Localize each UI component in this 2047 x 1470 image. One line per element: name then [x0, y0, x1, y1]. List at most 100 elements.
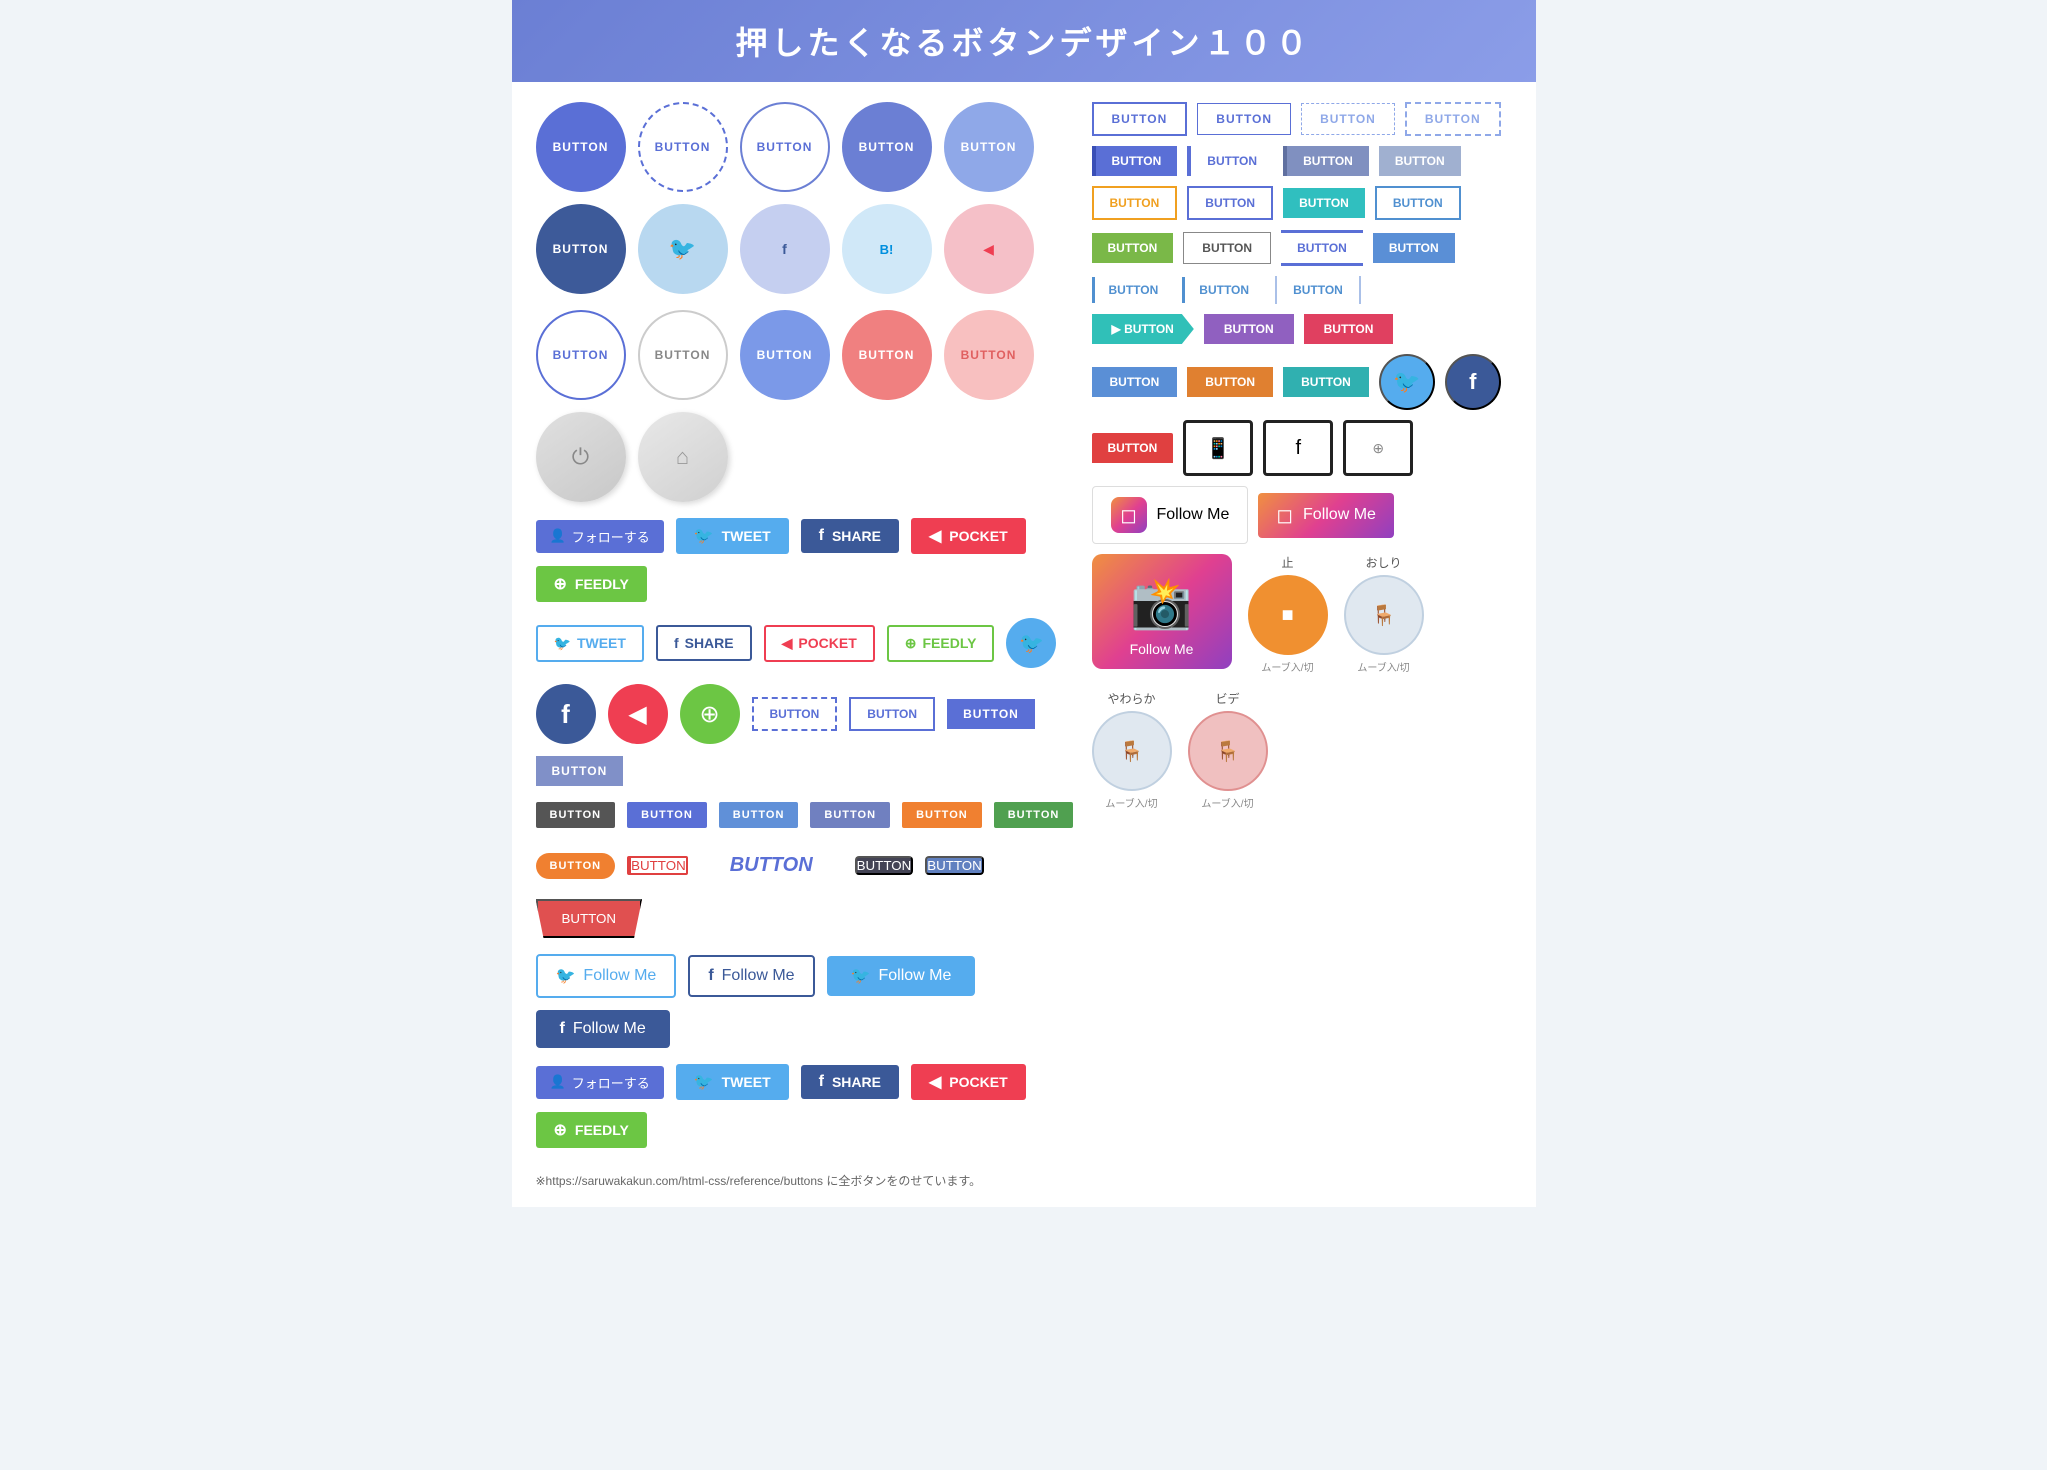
- follow-tw-outline-btn[interactable]: 🐦Follow Me: [536, 954, 677, 998]
- sm-orange-btn[interactable]: BUTTON: [902, 802, 982, 828]
- sm-green-btn[interactable]: BUTTON: [994, 802, 1074, 828]
- main-content: BUTTON BUTTON BUTTON BUTTON BUTTON BUTTO…: [512, 82, 1536, 1207]
- flat-tweet-btn[interactable]: 🐦TWEET: [536, 625, 644, 662]
- tweet-btn[interactable]: 🐦TWEET: [676, 518, 789, 554]
- dashed-rect-btn-1[interactable]: BUTTON: [752, 697, 838, 731]
- ig-large-btn[interactable]: 📸 Follow Me: [1092, 554, 1232, 669]
- r-fill-teal-btn[interactable]: BUTTON: [1283, 367, 1369, 397]
- circle-btn-4[interactable]: BUTTON: [842, 102, 932, 192]
- pocket-circle-btn[interactable]: ◀: [944, 204, 1034, 294]
- sm-mid-btn[interactable]: BUTTON: [810, 802, 890, 828]
- r-fill-orange-btn[interactable]: BUTTON: [1187, 367, 1273, 397]
- r-lborder-btn-1[interactable]: BUTTON: [1092, 146, 1178, 176]
- right-bracket-row: BUTTON BUTTON BUTTON BUTTON: [1092, 230, 1512, 266]
- circle-mid-btn[interactable]: BUTTON: [740, 310, 830, 400]
- device-tablet-btn[interactable]: f: [1263, 420, 1333, 476]
- r-lborder-btn-3[interactable]: BUTTON: [1283, 146, 1369, 176]
- r-lborder-btn-4[interactable]: BUTTON: [1379, 146, 1461, 176]
- r-lblue-btn[interactable]: BUTTON: [1375, 186, 1461, 220]
- rrect-dark-btn[interactable]: BUTTON: [855, 856, 914, 875]
- bottom-pk-btn[interactable]: ◀POCKET: [911, 1064, 1026, 1100]
- r-pipe-btn-2[interactable]: BUTTON: [1182, 277, 1263, 303]
- circle-btn-5[interactable]: BUTTON: [944, 102, 1034, 192]
- home-btn[interactable]: ⌂: [638, 412, 728, 502]
- facebook-circle-btn[interactable]: f: [740, 204, 830, 294]
- share-fb-btn[interactable]: fSHARE: [801, 519, 899, 553]
- sm-dark-btn[interactable]: BUTTON: [536, 802, 616, 828]
- flat-pk-btn[interactable]: ◀POCKET: [764, 625, 875, 662]
- big-button-btn[interactable]: BUTToN: [700, 844, 843, 887]
- r-wave-btn[interactable]: BUTTON: [1092, 433, 1174, 463]
- r-blue-btn[interactable]: BUTTON: [1187, 186, 1273, 220]
- r-lborder-btn-2[interactable]: BUTTON: [1187, 146, 1273, 176]
- bottom-fd-btn[interactable]: ⊕FEEDLY: [536, 1112, 647, 1148]
- r-dashed-btn-1[interactable]: BUTTON: [1301, 103, 1395, 135]
- r-arr-purple-btn[interactable]: BUTTON: [1204, 314, 1294, 344]
- flat-fd-btn[interactable]: ⊕FEEDLY: [887, 625, 995, 662]
- r-outline-btn-1[interactable]: BUTTON: [1092, 102, 1188, 136]
- share-pk-btn[interactable]: ◀POCKET: [911, 518, 1026, 554]
- sm-blue-btn[interactable]: BUTTON: [627, 802, 707, 828]
- follow-me-row: 🐦Follow Me fFollow Me 🐦Follow Me fFollow…: [536, 954, 1076, 1048]
- r-green-btn[interactable]: BUTTON: [1092, 233, 1174, 263]
- anim-sit-btn[interactable]: 🪑: [1344, 575, 1424, 655]
- circle-pink-outline-btn[interactable]: BUTTON: [944, 310, 1034, 400]
- r-arr-red-btn[interactable]: BUTTON: [1304, 314, 1394, 344]
- anim-soft-btn[interactable]: 🪑: [1092, 711, 1172, 791]
- r-pipe-btn-3[interactable]: BUTTON: [1279, 277, 1357, 303]
- r-bracket-btn[interactable]: BUTTON: [1190, 235, 1264, 261]
- device-phone-btn[interactable]: 📱: [1183, 420, 1253, 476]
- follow-jp-btn-2[interactable]: 👤 フォローする: [536, 1066, 664, 1099]
- pipe-separator: [1275, 276, 1277, 304]
- power-btn[interactable]: ⏻: [536, 412, 626, 502]
- circle-btn-1[interactable]: BUTTON: [536, 102, 626, 192]
- twitter-circle-btn[interactable]: 🐦: [638, 204, 728, 294]
- rrect-red-btn[interactable]: BUTTON: [627, 856, 688, 875]
- follow-fb-filled-btn[interactable]: fFollow Me: [536, 1010, 670, 1048]
- circle-btn-3[interactable]: BUTTON: [740, 102, 830, 192]
- r-solid-btn[interactable]: BUTTON: [1373, 233, 1455, 263]
- right-wave-row: BUTTON 📱 f ⊕: [1092, 420, 1512, 476]
- ig-icon: ◻: [1111, 497, 1147, 533]
- anim-stop-btn[interactable]: ■: [1248, 575, 1328, 655]
- share-fd-btn[interactable]: ⊕FEEDLY: [536, 566, 647, 602]
- r-ul-btn[interactable]: BUTTON: [1281, 230, 1363, 266]
- r-dashed-btn-2[interactable]: BUTTON: [1405, 102, 1501, 136]
- circle-outline-btn-1[interactable]: BUTTON: [536, 310, 626, 400]
- bottom-tweet-btn[interactable]: 🐦TWEET: [676, 1064, 789, 1100]
- circle-outline-btn-2[interactable]: BUTTON: [638, 310, 728, 400]
- lg-pk-btn[interactable]: ◀: [608, 684, 668, 744]
- solid-mid-rect-btn[interactable]: BUTTON: [536, 756, 624, 786]
- circle-btn-6[interactable]: BUTTON: [536, 204, 626, 294]
- follow-fb-outline-btn[interactable]: fFollow Me: [688, 955, 814, 997]
- bottom-fb-btn[interactable]: fSHARE: [801, 1065, 899, 1099]
- follow-jp-btn[interactable]: 👤 フォローする: [536, 520, 664, 553]
- rounded-orange-btn[interactable]: BUTTON: [536, 853, 616, 879]
- ig-follow-outline-btn[interactable]: ◻ Follow Me: [1092, 486, 1249, 544]
- r-teal-btn[interactable]: BUTTON: [1283, 188, 1365, 218]
- r-orange-btn[interactable]: BUTTON: [1092, 186, 1178, 220]
- sm-lblue-btn[interactable]: BUTTON: [719, 802, 799, 828]
- r-pipe-btn-1[interactable]: BUTTON: [1092, 277, 1173, 303]
- circle-pink-btn[interactable]: BUTTON: [842, 310, 932, 400]
- lg-fb-btn[interactable]: f: [536, 684, 596, 744]
- fb-badge-btn[interactable]: f: [1445, 354, 1501, 410]
- anim-video-btn[interactable]: 🪑: [1188, 711, 1268, 791]
- r-fill-blue-btn[interactable]: BUTTON: [1092, 367, 1178, 397]
- flat-tw-circle-btn[interactable]: 🐦: [1006, 618, 1056, 668]
- r-outline-btn-2[interactable]: BUTTON: [1197, 103, 1291, 135]
- r-arr-teal-btn[interactable]: ▶ BUTTON: [1092, 314, 1194, 344]
- rrect-diag-btn[interactable]: BUTTON: [536, 899, 643, 938]
- circle-btn-2[interactable]: BUTTON: [638, 102, 728, 192]
- solid-blue-rect-btn[interactable]: BUTTON: [947, 699, 1035, 729]
- follow-tw-filled-btn[interactable]: 🐦Follow Me: [827, 956, 976, 996]
- lg-rss-btn[interactable]: ⊕: [680, 684, 740, 744]
- ig-icon-2: ◻: [1276, 503, 1293, 528]
- ig-follow-filled-btn[interactable]: ◻ Follow Me: [1258, 493, 1394, 538]
- flat-fb-btn[interactable]: fSHARE: [656, 625, 752, 661]
- solid-rect-btn-1[interactable]: BUTTON: [849, 697, 935, 731]
- rrect-flat-btn[interactable]: BUTTON: [925, 856, 984, 875]
- hatena-circle-btn[interactable]: B!: [842, 204, 932, 294]
- tw-badge-btn[interactable]: 🐦: [1379, 354, 1435, 410]
- device-rss-btn[interactable]: ⊕: [1343, 420, 1413, 476]
